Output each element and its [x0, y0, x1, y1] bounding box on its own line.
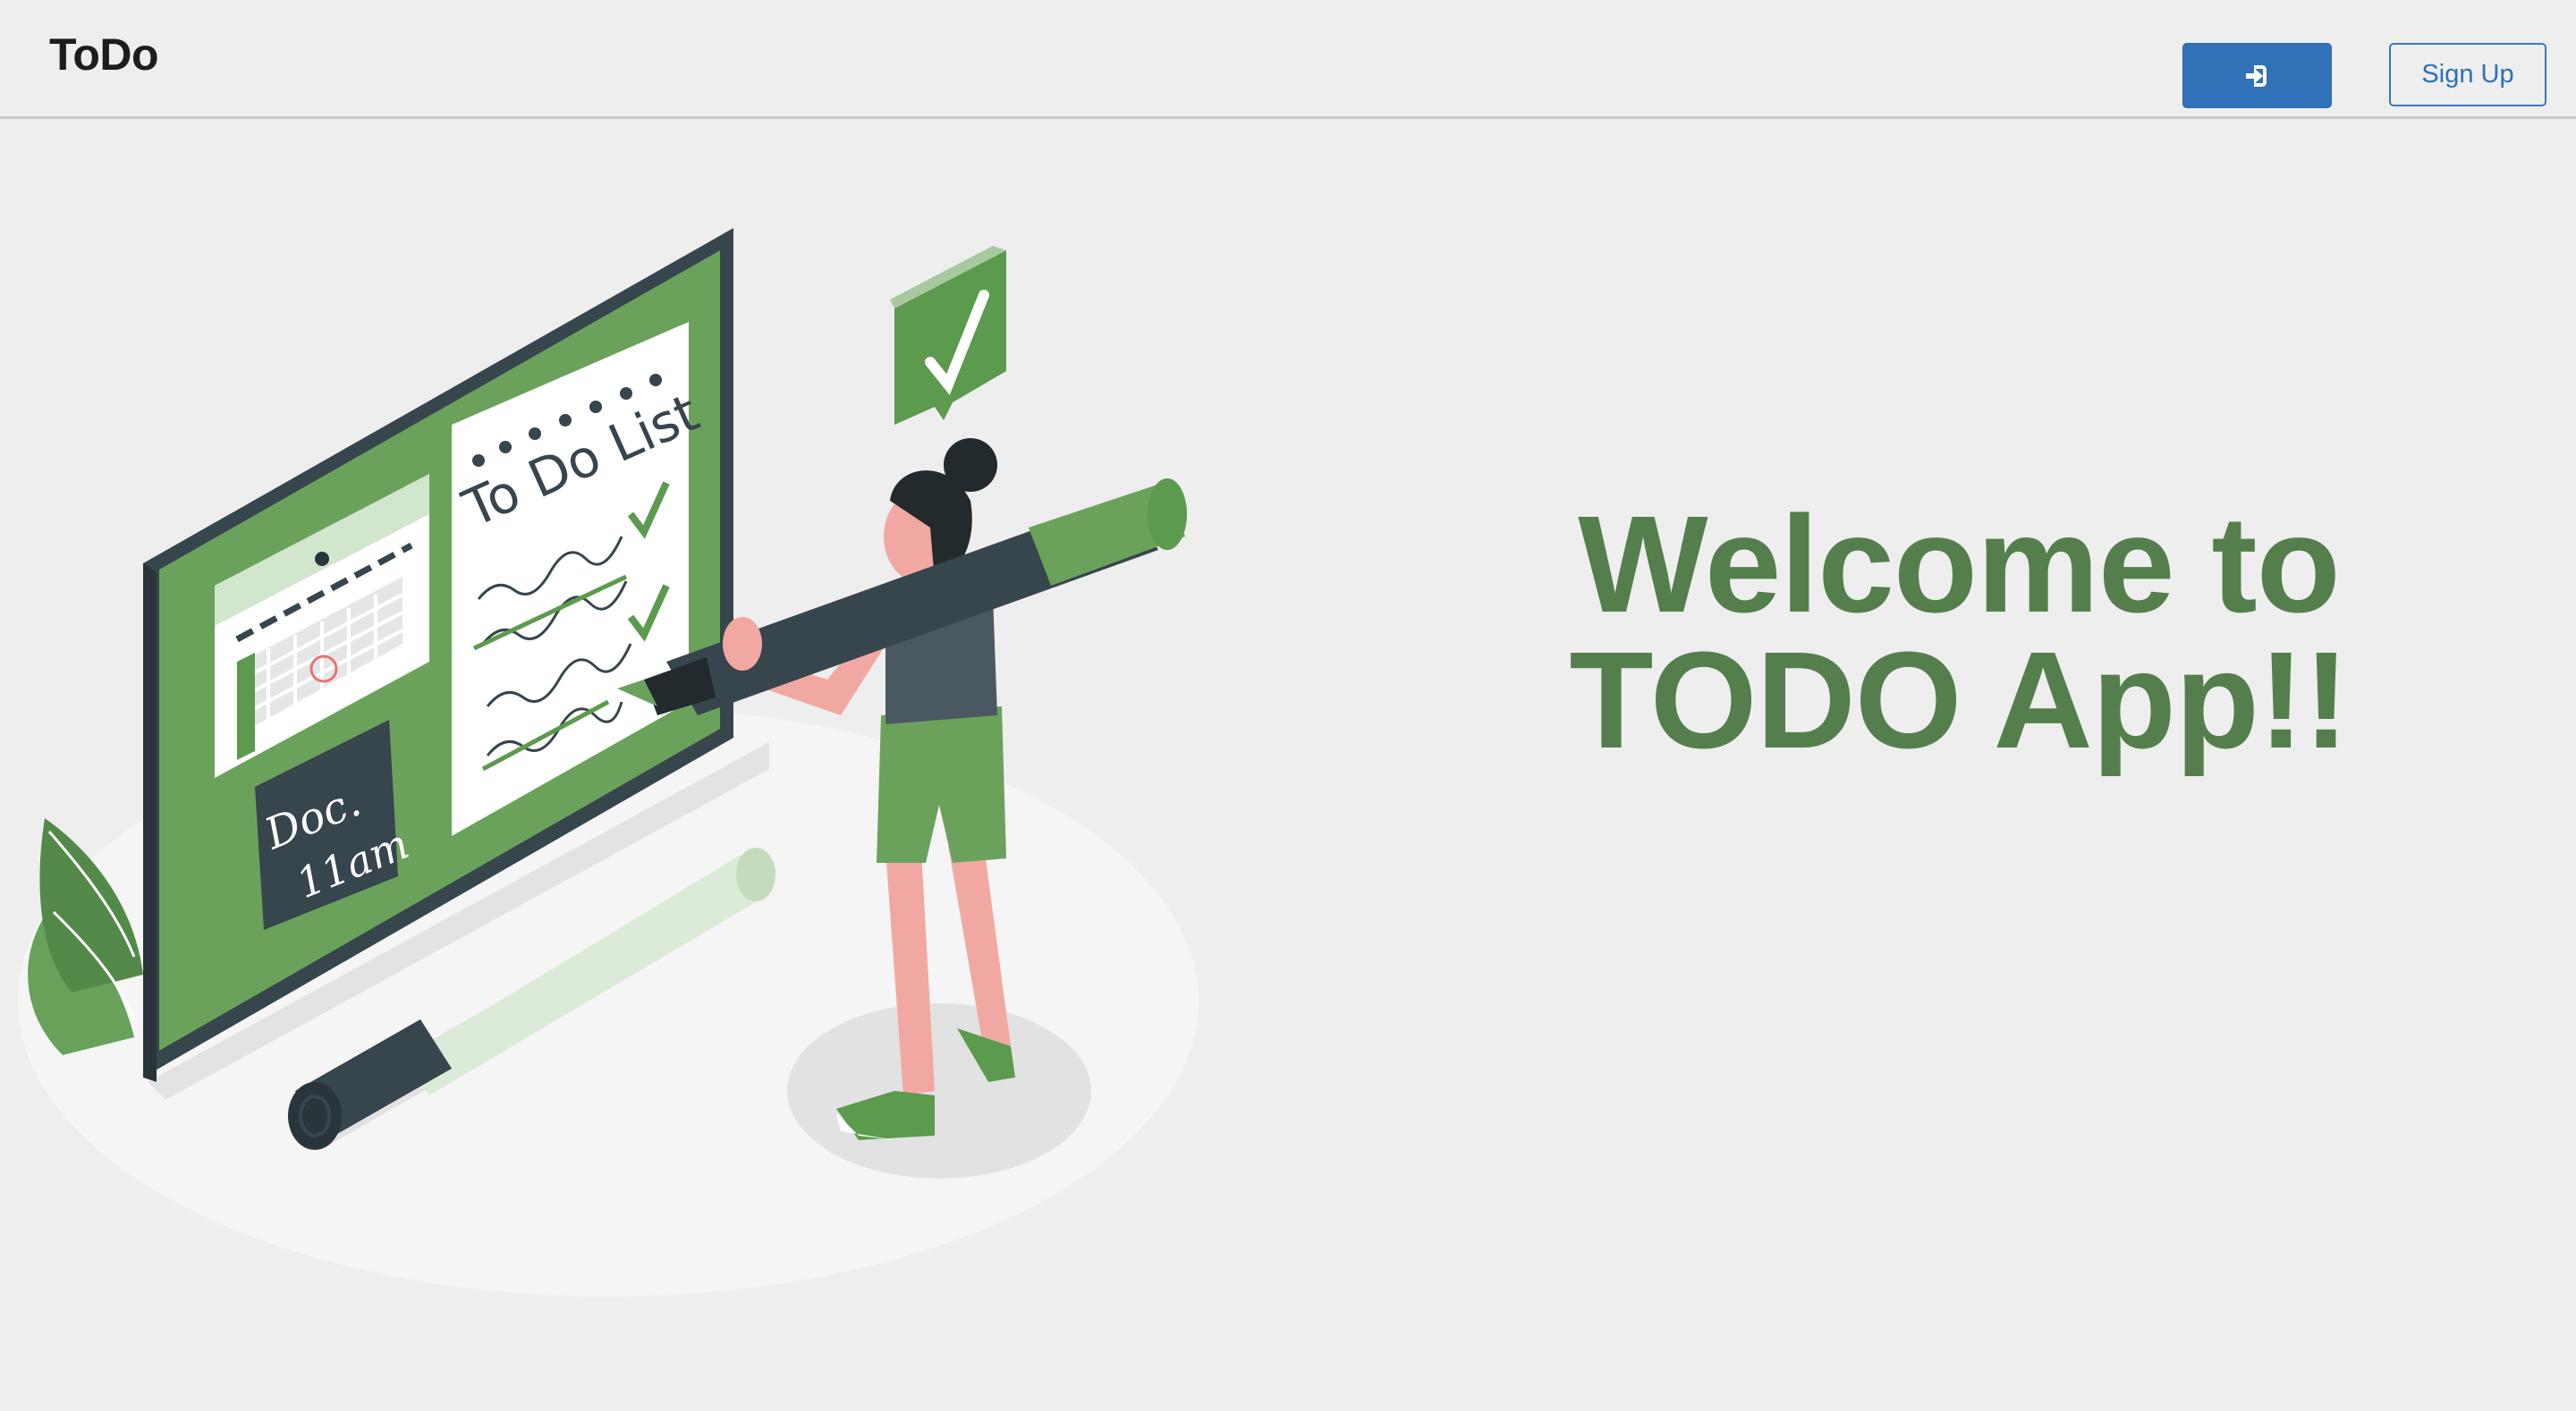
brand-logo[interactable]: ToDo: [49, 29, 159, 80]
welcome-heading: Welcome to TODO App!!: [1467, 487, 2451, 777]
navbar: ToDo Sign Up: [0, 0, 2576, 119]
signup-button[interactable]: Sign Up: [2389, 43, 2546, 106]
hero-illustration: Doc. 11am To Do List: [18, 228, 1199, 1297]
sign-in-icon: [2245, 64, 2267, 87]
welcome-line-2: TODO App!!: [1569, 623, 2349, 777]
login-button[interactable]: [2182, 43, 2332, 108]
welcome-line-1: Welcome to: [1578, 487, 2340, 641]
